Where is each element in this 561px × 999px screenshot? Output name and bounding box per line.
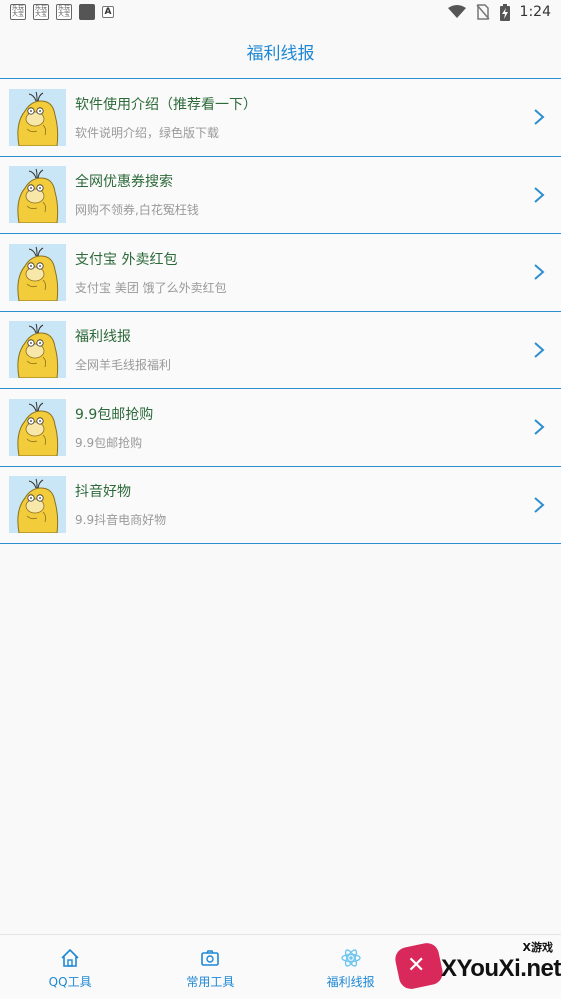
item-subtitle: 支付宝 美团 饿了么外卖红包 bbox=[75, 280, 227, 295]
list-item[interactable]: 软件使用介绍（推荐看一下） 软件说明介绍，绿色版下载 bbox=[0, 79, 561, 157]
item-title: 9.9包邮抢购 bbox=[75, 406, 154, 423]
item-subtitle: 全网羊毛线报福利 bbox=[75, 358, 172, 373]
item-subtitle: 9.9包邮抢购 bbox=[75, 435, 143, 450]
status-bar: 乐玩大宝 乐玩大宝 乐玩大宝 A 1:24 bbox=[0, 0, 561, 24]
watermark-top-text: X游戏 bbox=[522, 941, 553, 954]
watermark-text: XYouXi.net bbox=[441, 955, 561, 982]
chevron-right-icon bbox=[534, 109, 545, 126]
watermark-logo: ✕ X游戏 XYouXi.net bbox=[393, 937, 561, 999]
item-subtitle: 软件说明介绍，绿色版下载 bbox=[75, 125, 220, 140]
item-title: 全网优惠券搜索 bbox=[75, 174, 173, 191]
dark-square-icon bbox=[79, 4, 95, 20]
tab-label: 福利线报 bbox=[326, 975, 375, 989]
item-title: 软件使用介绍（推荐看一下） bbox=[75, 96, 257, 113]
tab-common-tools[interactable]: 常用工具 bbox=[140, 935, 280, 999]
item-subtitle: 9.9抖音电商好物 bbox=[75, 513, 167, 528]
app-header: 福利线报 bbox=[0, 24, 561, 79]
chevron-right-icon bbox=[534, 419, 545, 436]
duck-avatar-icon bbox=[9, 166, 66, 224]
duck-avatar-icon bbox=[9, 476, 66, 534]
app-notification-icon: 乐玩大宝 bbox=[56, 4, 72, 20]
status-time: 1:24 bbox=[519, 4, 551, 20]
item-texts: 福利线报 全网羊毛线报福利 bbox=[75, 326, 171, 373]
item-title: 抖音好物 bbox=[75, 484, 131, 501]
watermark-x-glyph: ✕ bbox=[407, 953, 426, 978]
tab-label: 常用工具 bbox=[186, 975, 235, 989]
duck-avatar-icon bbox=[9, 398, 66, 456]
atom-icon bbox=[340, 949, 361, 967]
item-texts: 支付宝 外卖红包 支付宝 美团 饿了么外卖红包 bbox=[75, 249, 227, 296]
tab-qq-tools[interactable]: QQ工具 bbox=[0, 935, 140, 999]
home-icon bbox=[61, 948, 79, 967]
list-item[interactable]: 福利线报 全网羊毛线报福利 bbox=[0, 311, 561, 389]
camera-icon bbox=[201, 950, 220, 966]
chevron-right-icon bbox=[534, 496, 545, 513]
app-notification-icon: 乐玩大宝 bbox=[33, 4, 49, 20]
chevron-right-icon bbox=[534, 341, 545, 358]
app-notification-icon: 乐玩大宝 bbox=[10, 4, 26, 20]
no-sim-icon bbox=[475, 4, 490, 20]
item-texts: 9.9包邮抢购 9.9包邮抢购 bbox=[75, 404, 153, 451]
item-subtitle: 网购不领券,白花冤枉钱 bbox=[75, 203, 199, 218]
list-item[interactable]: 抖音好物 9.9抖音电商好物 bbox=[0, 466, 561, 544]
list-item[interactable]: 支付宝 外卖红包 支付宝 美团 饿了么外卖红包 bbox=[0, 234, 561, 312]
a-letter-icon: A bbox=[102, 6, 114, 18]
chevron-right-icon bbox=[534, 186, 545, 203]
menu-list: 软件使用介绍（推荐看一下） 软件说明介绍，绿色版下载 全网优惠券搜索 网购不领券… bbox=[0, 78, 561, 544]
wifi-icon bbox=[447, 5, 466, 18]
item-texts: 抖音好物 9.9抖音电商好物 bbox=[75, 481, 166, 528]
item-texts: 全网优惠券搜索 网购不领券,白花冤枉钱 bbox=[75, 171, 199, 218]
battery-charging-icon bbox=[499, 3, 510, 21]
item-title: 福利线报 bbox=[75, 329, 131, 346]
tab-label: QQ工具 bbox=[48, 975, 92, 989]
item-texts: 软件使用介绍（推荐看一下） 软件说明介绍，绿色版下载 bbox=[75, 94, 257, 141]
duck-avatar-icon bbox=[9, 88, 66, 146]
item-title: 支付宝 外卖红包 bbox=[75, 251, 178, 268]
chevron-right-icon bbox=[534, 264, 545, 281]
duck-avatar-icon bbox=[9, 321, 66, 379]
status-right: 1:24 bbox=[447, 3, 551, 21]
duck-avatar-icon bbox=[9, 243, 66, 301]
list-item[interactable]: 9.9包邮抢购 9.9包邮抢购 bbox=[0, 389, 561, 467]
page-title: 福利线报 bbox=[246, 44, 315, 64]
list-item[interactable]: 全网优惠券搜索 网购不领券,白花冤枉钱 bbox=[0, 156, 561, 234]
